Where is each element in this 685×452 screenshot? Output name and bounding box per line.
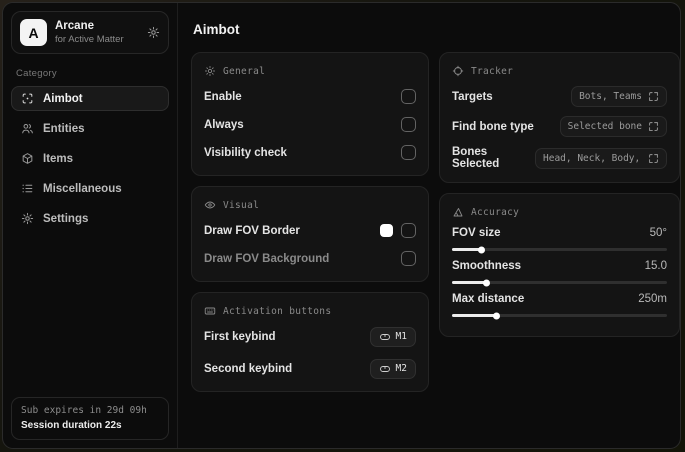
smoothness-slider-group: Smoothness 15.0: [452, 260, 667, 286]
max-distance-value: 250m: [638, 293, 667, 305]
users-icon: [21, 122, 34, 135]
accuracy-card: Accuracy FOV size 50° Smoothness 15.0 Ma…: [439, 193, 680, 337]
sidebar-item-label: Aimbot: [43, 92, 83, 105]
slider-thumb[interactable]: [478, 246, 486, 253]
max-distance-slider-group: Max distance 250m: [452, 293, 667, 319]
fov-size-label: FOV size: [452, 227, 501, 239]
sidebar-item-settings[interactable]: Settings: [11, 206, 169, 231]
app-window: A Arcane for Active Matter Category Aimb: [2, 2, 681, 449]
subscription-info-card: Sub expires in 29d 09h Session duration …: [11, 397, 169, 440]
keybind-value: M1: [395, 331, 407, 342]
draw-fov-border-label: Draw FOV Border: [204, 224, 300, 237]
sidebar-item-label: Items: [43, 152, 74, 165]
bones-selected-label: Bones Selected: [452, 146, 500, 170]
sidebar: A Arcane for Active Matter Category Aimb: [3, 3, 177, 448]
sun-icon: [204, 65, 216, 77]
expand-icon: [648, 153, 659, 164]
first-keybind-button[interactable]: M1: [369, 326, 416, 347]
max-distance-label: Max distance: [452, 293, 525, 305]
targets-dropdown[interactable]: Bots, Teams: [571, 86, 667, 107]
eye-icon: [204, 199, 216, 211]
sidebar-item-label: Miscellaneous: [43, 182, 122, 195]
fov-size-value: 50°: [649, 227, 667, 239]
slider-thumb[interactable]: [483, 279, 491, 286]
sidebar-item-items[interactable]: Items: [11, 146, 169, 171]
fov-size-slider-group: FOV size 50°: [452, 227, 667, 253]
brand-name: Arcane: [55, 20, 94, 33]
main-panel: Aimbot General Enable Always Visibility …: [177, 3, 680, 448]
dropdown-value: Head, Neck, Body, Pe…: [543, 152, 642, 164]
targets-label: Targets: [452, 90, 493, 103]
smoothness-label: Smoothness: [452, 260, 522, 272]
card-title: Visual: [223, 199, 260, 211]
card-title: Activation buttons: [223, 305, 332, 317]
sidebar-item-label: Entities: [43, 122, 85, 135]
session-duration-text: Session duration 22s: [21, 420, 122, 431]
keyboard-icon: [204, 305, 216, 317]
crosshair-icon: [452, 65, 464, 77]
list-icon: [21, 182, 34, 195]
card-title: Tracker: [471, 65, 514, 77]
visibility-check-checkbox[interactable]: [401, 145, 416, 160]
scan-icon: [21, 92, 34, 105]
visual-card: Visual Draw FOV Border Draw FOV Backgrou…: [191, 186, 429, 282]
always-checkbox[interactable]: [401, 117, 416, 132]
mouse-icon: [379, 363, 391, 375]
draw-fov-background-checkbox[interactable]: [401, 251, 416, 266]
sidebar-item-aimbot[interactable]: Aimbot: [11, 86, 169, 111]
slider-thumb[interactable]: [493, 312, 501, 319]
draw-fov-border-checkbox[interactable]: [401, 223, 416, 238]
smoothness-value: 15.0: [644, 260, 667, 272]
draw-fov-background-label: Draw FOV Background: [204, 252, 330, 265]
bones-selected-dropdown[interactable]: Head, Neck, Body, Pe…: [535, 147, 667, 169]
sub-expires-text: Sub expires in 29d 09h: [21, 405, 147, 416]
first-keybind-label: First keybind: [204, 330, 276, 343]
dropdown-value: Bots, Teams: [579, 91, 642, 102]
find-bone-type-dropdown[interactable]: Selected bone: [559, 116, 667, 137]
card-title: Accuracy: [471, 206, 520, 218]
enable-checkbox[interactable]: [401, 89, 416, 104]
gear-icon[interactable]: [147, 26, 160, 39]
keybind-value: M2: [395, 363, 407, 374]
gear-icon: [21, 212, 34, 225]
mouse-icon: [379, 331, 391, 343]
expand-icon: [648, 91, 659, 102]
second-keybind-button[interactable]: M2: [369, 358, 416, 379]
always-label: Always: [204, 118, 244, 131]
smoothness-slider[interactable]: [452, 279, 667, 286]
page-title: Aimbot: [193, 22, 240, 37]
category-label: Category: [16, 68, 57, 79]
card-title: General: [223, 65, 266, 77]
enable-label: Enable: [204, 90, 242, 103]
triangle-ruler-icon: [452, 206, 464, 218]
expand-icon: [648, 121, 659, 132]
brand-logo: A: [20, 19, 47, 46]
brand-subtitle: for Active Matter: [55, 33, 124, 45]
activation-buttons-card: Activation buttons First keybind M1 Seco…: [191, 292, 429, 392]
tracker-card: Tracker Targets Bots, Teams Find bone ty…: [439, 52, 680, 183]
sidebar-item-miscellaneous[interactable]: Miscellaneous: [11, 176, 169, 201]
visibility-check-label: Visibility check: [204, 146, 287, 159]
brand-card: A Arcane for Active Matter: [11, 11, 169, 54]
sidebar-item-label: Settings: [43, 212, 89, 225]
sidebar-item-entities[interactable]: Entities: [11, 116, 169, 141]
find-bone-type-label: Find bone type: [452, 120, 534, 133]
max-distance-slider[interactable]: [452, 312, 667, 319]
dropdown-value: Selected bone: [567, 121, 642, 132]
fov-size-slider[interactable]: [452, 246, 667, 253]
fov-border-color-swatch[interactable]: [380, 224, 393, 237]
general-card: General Enable Always Visibility check: [191, 52, 429, 176]
second-keybind-label: Second keybind: [204, 362, 293, 375]
cube-icon: [21, 152, 34, 165]
